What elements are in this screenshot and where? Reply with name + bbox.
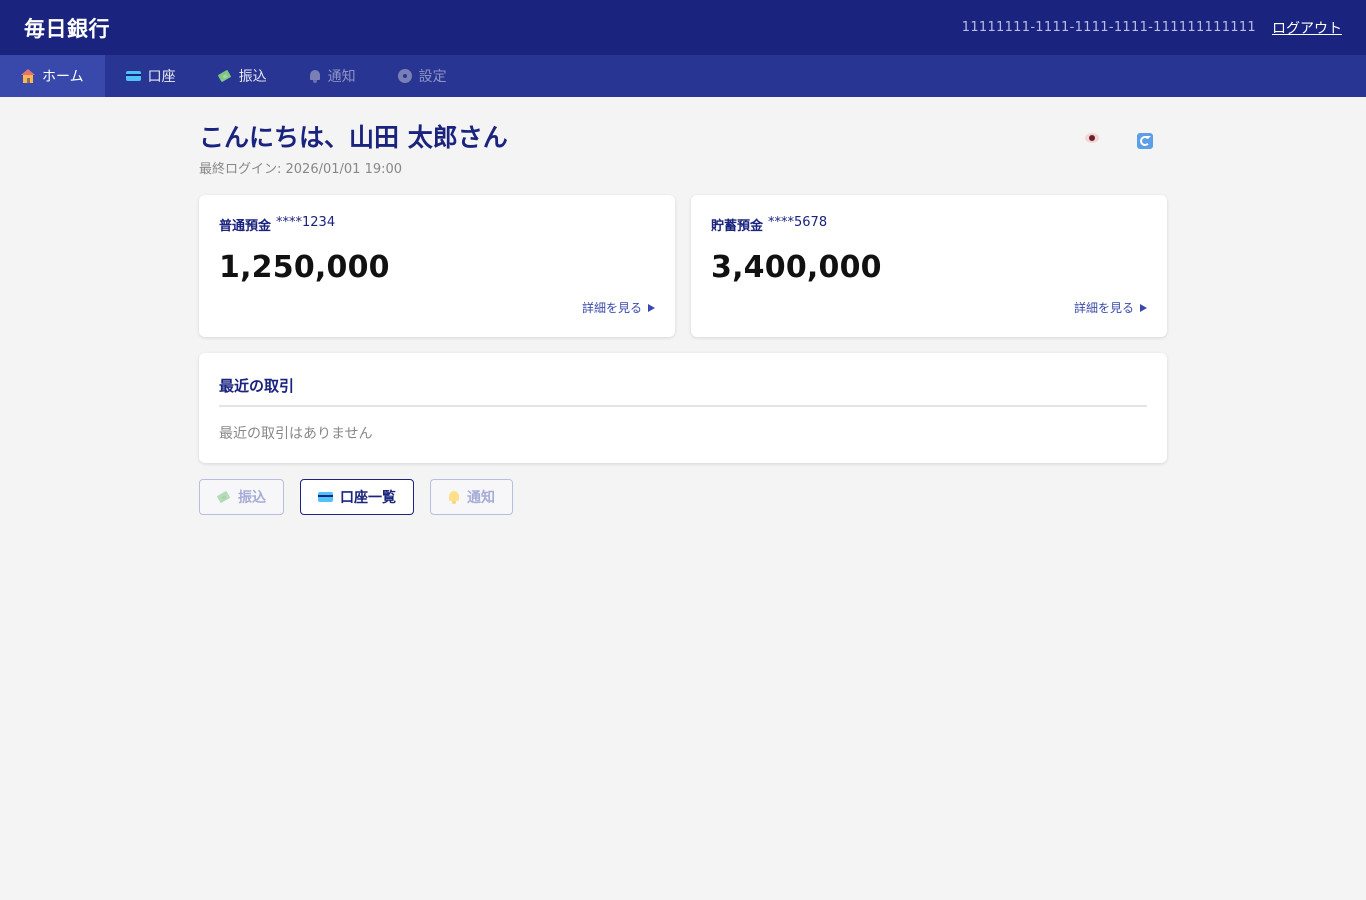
user-id: 11111111-1111-1111-1111-111111111111 [961, 20, 1256, 35]
main-content: こんにちは、山田 太郎さん 最終ログイン: 2026/01/01 19:00 普… [199, 97, 1167, 515]
account-card: 貯蓄預金 ****5678 3,400,000 詳細を見る [691, 195, 1167, 337]
top-header: 毎日銀行 11111111-1111-1111-1111-11111111111… [0, 0, 1366, 55]
nav-item-notifications[interactable]: 通知 [288, 55, 377, 97]
details-link[interactable]: 詳細を見る [1074, 299, 1147, 316]
account-header: 貯蓄預金 ****5678 [711, 215, 1147, 234]
empty-state-text: 最近の取引はありません [219, 426, 373, 442]
recent-transactions: 最近の取引 最近の取引はありません [199, 353, 1167, 463]
main-nav: ホーム 口座 振込 通知 設定 [0, 55, 1366, 97]
notifications-button[interactable]: 通知 [430, 479, 513, 515]
quick-actions: 振込 口座一覧 通知 [199, 479, 1167, 515]
card-icon [318, 492, 333, 502]
header-icons [1085, 123, 1167, 149]
nav-item-settings[interactable]: 設定 [377, 55, 468, 97]
card-icon [125, 71, 141, 81]
account-number: ****5678 [768, 215, 828, 230]
nav-item-label: 口座 [147, 69, 176, 85]
greeting-row: こんにちは、山田 太郎さん 最終ログイン: 2026/01/01 19:00 [199, 123, 1167, 177]
money-icon [217, 491, 231, 503]
account-cards: 普通預金 ****1234 1,250,000 詳細を見る 貯蓄預金 ****5… [199, 195, 1167, 337]
details-link[interactable]: 詳細を見る [582, 299, 655, 316]
money-icon [218, 70, 232, 82]
details-label: 詳細を見る [581, 301, 642, 315]
bell-icon [448, 490, 460, 504]
brand-logo: 毎日銀行 [24, 16, 110, 41]
nav-item-label: 振込 [238, 69, 267, 85]
refresh-icon[interactable] [1137, 133, 1153, 149]
button-label: 口座一覧 [340, 490, 396, 506]
nav-item-label: 通知 [327, 69, 356, 85]
section-title: 最近の取引 [219, 375, 1147, 407]
transfer-button[interactable]: 振込 [199, 479, 284, 515]
header-right: 11111111-1111-1111-1111-111111111111 ログア… [962, 18, 1342, 38]
triangle-right-icon [648, 303, 655, 312]
gear-icon [398, 69, 412, 83]
account-type: 貯蓄預金 [711, 219, 764, 234]
account-header: 普通預金 ****1234 [219, 215, 655, 234]
eye-icon[interactable] [1085, 133, 1099, 143]
logout-link[interactable]: ログアウト [1272, 18, 1342, 38]
account-card: 普通預金 ****1234 1,250,000 詳細を見る [199, 195, 675, 337]
last-login: 最終ログイン: 2026/01/01 19:00 [199, 162, 403, 177]
nav-item-transfer[interactable]: 振込 [197, 55, 288, 97]
account-balance: 3,400,000 [711, 250, 882, 285]
triangle-right-icon [1140, 303, 1147, 312]
button-label: 通知 [467, 490, 495, 506]
bell-icon [309, 69, 321, 83]
greeting-block: こんにちは、山田 太郎さん 最終ログイン: 2026/01/01 19:00 [199, 123, 508, 177]
nav-item-label: ホーム [42, 69, 84, 85]
account-type: 普通預金 [219, 219, 272, 234]
nav-item-home[interactable]: ホーム [0, 55, 105, 97]
button-label: 振込 [238, 490, 266, 506]
details-label: 詳細を見る [1073, 301, 1134, 315]
house-icon [21, 69, 35, 83]
nav-item-accounts[interactable]: 口座 [105, 55, 197, 97]
account-number: ****1234 [276, 215, 336, 230]
account-list-button[interactable]: 口座一覧 [300, 479, 414, 515]
page-title: こんにちは、山田 太郎さん [199, 123, 508, 152]
account-balance: 1,250,000 [219, 250, 390, 285]
nav-item-label: 設定 [418, 69, 447, 85]
